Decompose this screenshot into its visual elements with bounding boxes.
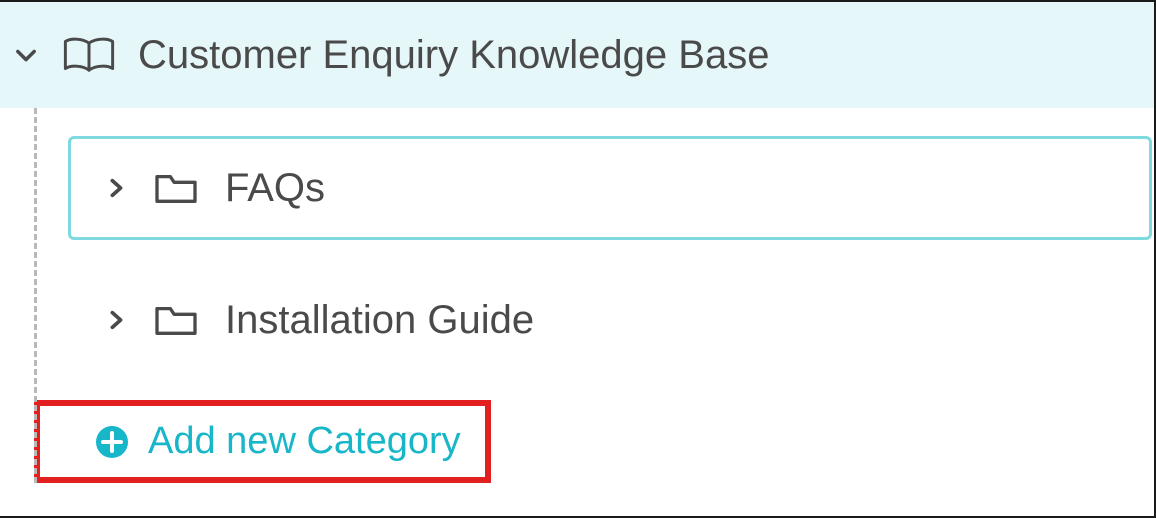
folder-icon — [153, 301, 199, 339]
kb-children: FAQs Installation Guide — [34, 108, 1154, 483]
add-category-label: Add new Category — [148, 420, 461, 463]
plus-circle-icon — [94, 424, 130, 460]
category-row-installation-guide[interactable]: Installation Guide — [68, 268, 1152, 372]
chevron-right-icon — [105, 305, 127, 335]
category-label: FAQs — [225, 166, 325, 211]
kb-root-row[interactable]: Customer Enquiry Knowledge Base — [0, 2, 1154, 108]
add-category-button[interactable]: Add new Category — [76, 408, 479, 475]
book-icon — [62, 33, 116, 77]
kb-root-label: Customer Enquiry Knowledge Base — [138, 33, 769, 78]
chevron-right-icon — [105, 173, 127, 203]
chevron-down-icon — [12, 41, 40, 69]
category-row-faqs[interactable]: FAQs — [68, 136, 1152, 240]
add-category-highlight: Add new Category — [34, 400, 491, 483]
folder-icon — [153, 169, 199, 207]
knowledge-base-tree-panel: Customer Enquiry Knowledge Base FAQs — [0, 0, 1156, 518]
category-label: Installation Guide — [225, 298, 534, 343]
